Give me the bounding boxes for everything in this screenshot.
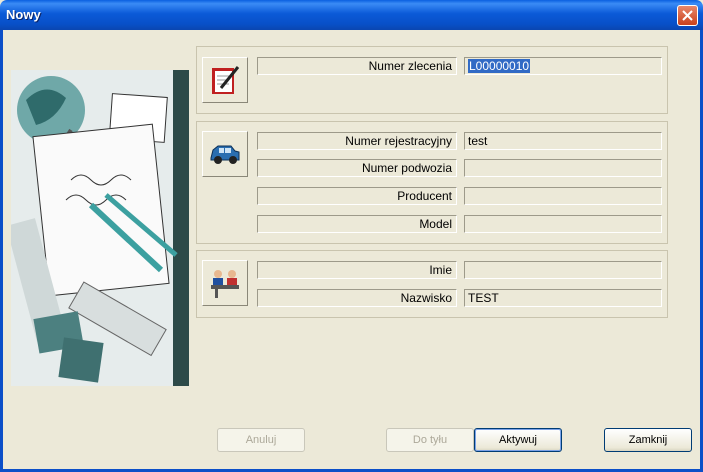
notepad-pencil-icon xyxy=(212,66,240,94)
order-number-label: Numer zlecenia xyxy=(257,57,457,75)
close-dialog-button[interactable]: Zamknij xyxy=(604,428,692,452)
order-button[interactable] xyxy=(202,57,248,103)
activate-button[interactable]: Aktywuj xyxy=(474,428,562,452)
notebook-illustration xyxy=(11,70,189,386)
registration-field[interactable]: test xyxy=(464,132,662,150)
chassis-label: Numer podwozia xyxy=(257,159,457,177)
order-number-field[interactable]: L00000010 xyxy=(464,57,662,75)
manufacturer-label: Producent xyxy=(257,187,457,205)
last-name-field[interactable]: TEST xyxy=(464,289,662,307)
last-name-label: Nazwisko xyxy=(257,289,457,307)
back-button[interactable]: Do tyłu xyxy=(386,428,474,452)
close-button[interactable] xyxy=(677,5,698,26)
customer-button[interactable] xyxy=(202,260,248,306)
order-number-value: L00000010 xyxy=(468,59,531,73)
first-name-field[interactable] xyxy=(464,261,662,279)
model-field[interactable] xyxy=(464,215,662,233)
title-bar[interactable]: Nowy xyxy=(0,0,703,30)
vehicle-group: Numer rejestracyjny test Numer podwozia … xyxy=(196,121,668,244)
manufacturer-field[interactable] xyxy=(464,187,662,205)
people-at-counter-icon xyxy=(211,270,239,298)
chassis-field[interactable] xyxy=(464,159,662,177)
cancel-button[interactable]: Anuluj xyxy=(217,428,305,452)
order-group: Numer zlecenia L00000010 xyxy=(196,46,668,114)
registration-label: Numer rejestracyjny xyxy=(257,132,457,150)
model-label: Model xyxy=(257,215,457,233)
window-title: Nowy xyxy=(6,7,41,22)
vehicle-button[interactable] xyxy=(202,131,248,177)
customer-group: Imie Nazwisko TEST xyxy=(196,250,668,318)
close-icon xyxy=(682,10,693,21)
first-name-label: Imie xyxy=(257,261,457,279)
car-icon xyxy=(210,145,240,164)
